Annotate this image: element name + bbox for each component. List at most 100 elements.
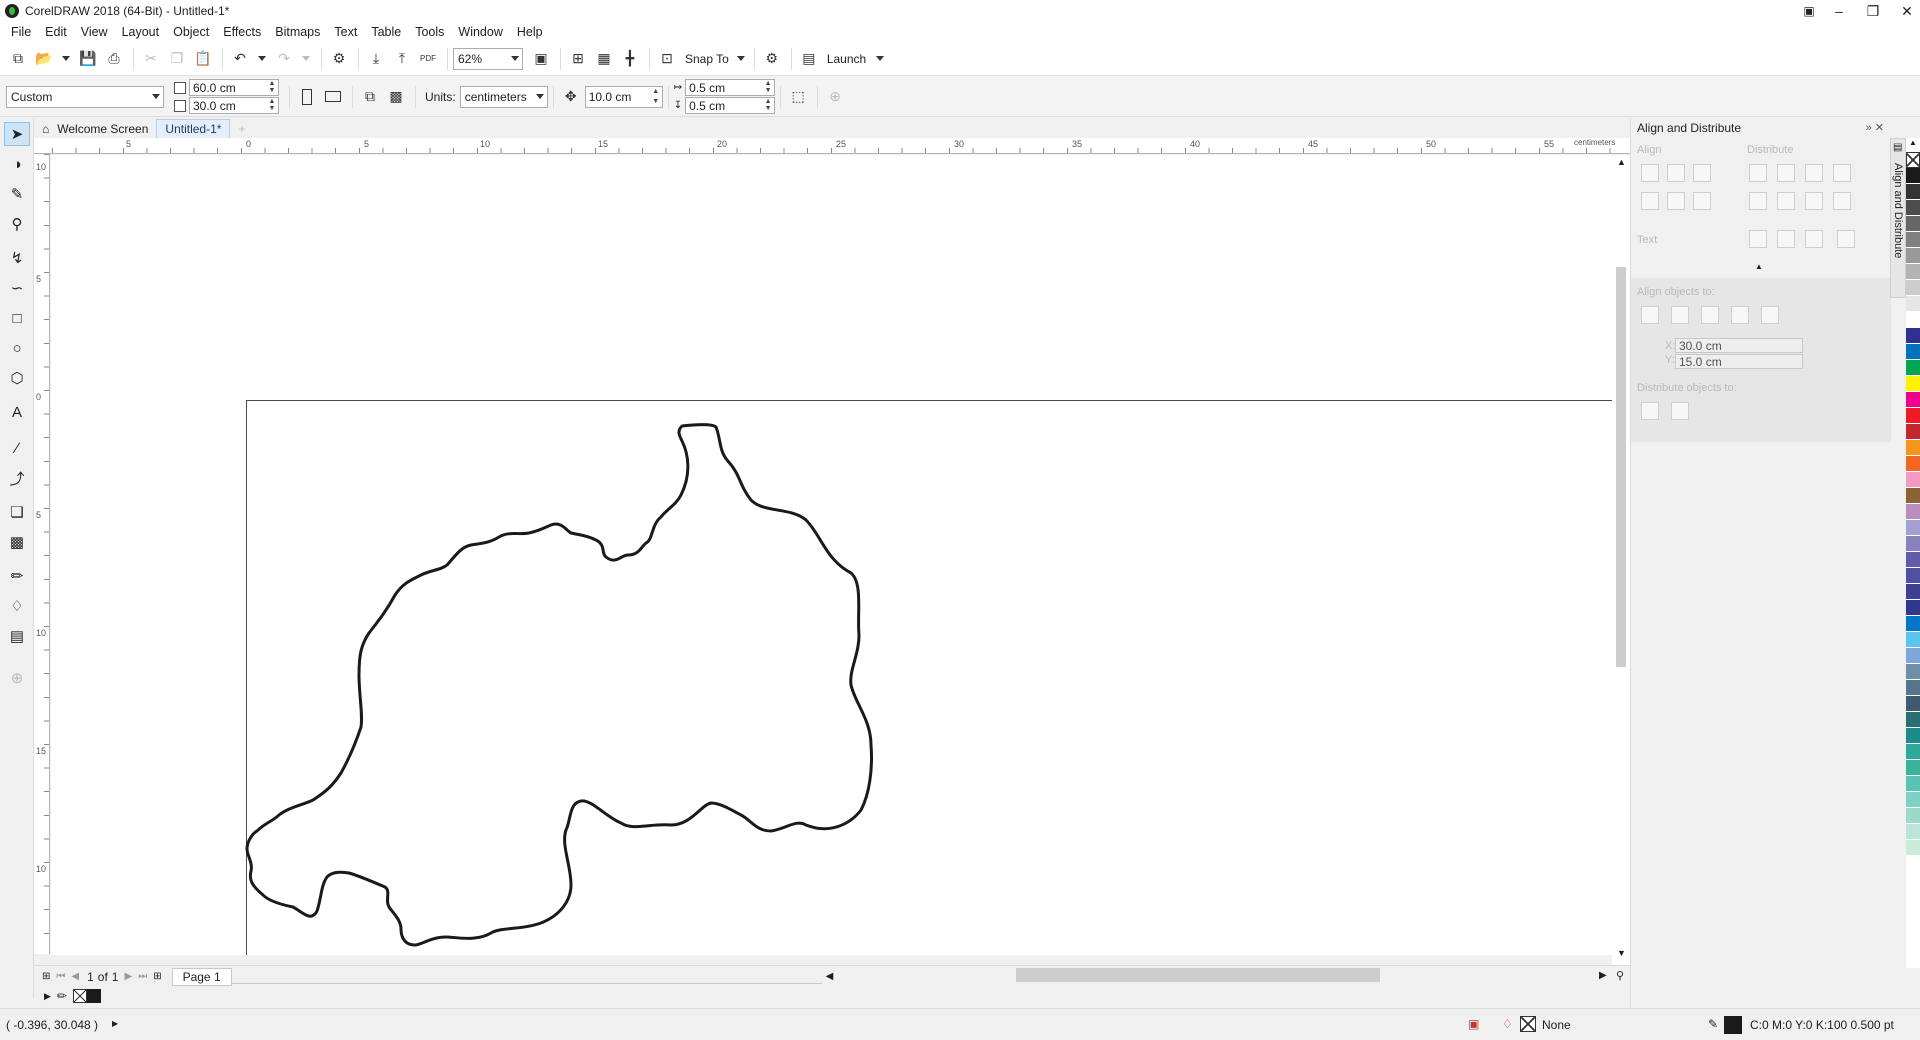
color-swatch[interactable] — [1906, 184, 1920, 200]
eyedropper-icon[interactable]: ✏ — [57, 989, 67, 1003]
color-swatch[interactable] — [1906, 632, 1920, 648]
status-expand-icon[interactable]: ▶ — [112, 1019, 118, 1028]
show-guidelines-icon[interactable]: ╋ — [618, 47, 642, 71]
page-tab[interactable]: Page 1 — [171, 967, 232, 986]
color-swatch[interactable] — [1906, 264, 1920, 280]
distribute-center-h-icon[interactable] — [1777, 164, 1795, 182]
text-outline-icon[interactable] — [1837, 230, 1855, 248]
scroll-right-icon[interactable]: ▶ — [1599, 970, 1607, 981]
scroll-up-icon[interactable]: ▲ — [1617, 157, 1626, 167]
connector-tool-icon[interactable]: ⤴ — [4, 466, 30, 490]
zoom-navigator-icon[interactable]: ⚲ — [1616, 969, 1624, 982]
color-swatch[interactable] — [1906, 328, 1920, 344]
color-swatch[interactable] — [1906, 536, 1920, 552]
align-y-input[interactable]: 15.0 cm — [1675, 354, 1803, 369]
align-top-icon[interactable] — [1641, 192, 1659, 210]
black-swatch[interactable] — [86, 989, 101, 1003]
redo-icon[interactable]: ↷ — [272, 47, 296, 71]
page-edge-icon[interactable] — [1671, 306, 1689, 324]
scroll-down-icon[interactable]: ▼ — [1617, 948, 1626, 958]
distribute-right-icon[interactable] — [1833, 164, 1851, 182]
fill-icon[interactable]: ♢ — [1502, 1017, 1513, 1031]
color-swatch[interactable] — [1906, 232, 1920, 248]
new-tab-plus-icon[interactable]: + — [230, 119, 253, 138]
collapse-section-icon[interactable]: ▲ — [1755, 262, 1763, 271]
parallel-dimension-tool-icon[interactable]: ∕ — [4, 436, 30, 460]
vertical-ruler[interactable]: 10 5 0 5 10 15 10 — [34, 154, 50, 954]
menu-layout[interactable]: Layout — [115, 25, 167, 39]
menu-table[interactable]: Table — [364, 25, 408, 39]
units-combo[interactable]: centimeters — [459, 85, 548, 108]
extent-of-page-icon[interactable] — [1671, 402, 1689, 420]
page-center-icon[interactable] — [1701, 306, 1719, 324]
page-size-preset-combo[interactable]: Custom — [6, 85, 164, 108]
save-icon[interactable]: 💾 — [76, 47, 100, 71]
color-swatch[interactable] — [1906, 744, 1920, 760]
color-swatch[interactable] — [1906, 280, 1920, 296]
color-swatch[interactable] — [1906, 392, 1920, 408]
text-tool-icon[interactable]: A — [4, 400, 30, 424]
color-swatch[interactable] — [1906, 584, 1920, 600]
align-center-v-icon[interactable] — [1667, 192, 1685, 210]
artistic-media-tool-icon[interactable]: ∽ — [4, 276, 30, 300]
color-swatch[interactable] — [1906, 728, 1920, 744]
show-rulers-icon[interactable]: ⊞ — [566, 47, 590, 71]
show-grid-icon[interactable]: ▦ — [592, 47, 616, 71]
drop-shadow-tool-icon[interactable]: ❏ — [4, 500, 30, 524]
color-swatch[interactable] — [1906, 664, 1920, 680]
add-page-before-icon[interactable]: ⊞ — [42, 971, 50, 982]
previous-page-icon[interactable]: ◀ — [71, 971, 79, 982]
search-content-icon[interactable]: ⚙ — [327, 47, 351, 71]
paste-icon[interactable]: 📋 — [191, 47, 215, 71]
distribute-spacing-v-icon[interactable] — [1805, 192, 1823, 210]
color-swatch[interactable] — [1906, 808, 1920, 824]
ellipse-tool-icon[interactable]: ○ — [4, 336, 30, 360]
color-swatch[interactable] — [1906, 488, 1920, 504]
menu-text[interactable]: Text — [327, 25, 364, 39]
text-first-line-baseline-icon[interactable] — [1749, 230, 1767, 248]
color-swatch[interactable] — [1906, 792, 1920, 808]
menu-tools[interactable]: Tools — [408, 25, 451, 39]
color-swatch[interactable] — [1906, 168, 1920, 184]
page-width-input[interactable]: 60.0 cm ▲ ▼ — [189, 79, 279, 96]
menu-edit[interactable]: Edit — [38, 25, 74, 39]
tab-untitled-1[interactable]: Untitled-1* — [156, 119, 231, 138]
undo-dropdown-icon[interactable] — [258, 56, 266, 61]
copy-icon[interactable]: ❐ — [165, 47, 189, 71]
outline-color-swatch[interactable] — [1724, 1016, 1742, 1034]
align-bottom-icon[interactable] — [1693, 192, 1711, 210]
print-icon[interactable]: ⎙ — [102, 47, 126, 71]
color-swatch[interactable] — [1906, 648, 1920, 664]
color-swatch[interactable] — [1906, 344, 1920, 360]
align-right-icon[interactable] — [1693, 164, 1711, 182]
color-swatch[interactable] — [1906, 840, 1920, 856]
freehand-tool-icon[interactable]: ↯ — [4, 246, 30, 270]
align-x-input[interactable]: 30.0 cm — [1675, 338, 1803, 353]
text-last-line-baseline-icon[interactable] — [1777, 230, 1795, 248]
minimize-button[interactable]: – — [1822, 0, 1856, 22]
color-swatch[interactable] — [1906, 296, 1920, 312]
spinner-arrows-icon[interactable]: ▲ ▼ — [266, 98, 278, 113]
color-swatch[interactable] — [1906, 472, 1920, 488]
menu-view[interactable]: View — [74, 25, 115, 39]
launch-icon[interactable]: ▤ — [797, 47, 821, 71]
menu-bitmaps[interactable]: Bitmaps — [268, 25, 327, 39]
launch-dropdown[interactable]: Launch — [823, 52, 888, 66]
color-swatch[interactable] — [1906, 216, 1920, 232]
fill-none-swatch[interactable] — [1520, 1016, 1536, 1032]
landscape-icon[interactable] — [321, 85, 345, 109]
color-swatch[interactable] — [1906, 408, 1920, 424]
menu-window[interactable]: Window — [451, 25, 509, 39]
align-center-h-icon[interactable] — [1667, 164, 1685, 182]
snap-to-dropdown[interactable]: Snap To — [681, 52, 749, 66]
nudge-distance-input[interactable]: 10.0 cm ▲ ▼ — [584, 85, 663, 108]
vertical-scroll-thumb[interactable] — [1616, 267, 1626, 667]
all-pages-icon[interactable]: ⧉ — [358, 85, 382, 109]
spinner-arrows-icon[interactable]: ▲ ▼ — [650, 87, 662, 107]
spinner-arrows-icon[interactable]: ▲ ▼ — [762, 98, 774, 113]
color-swatch[interactable] — [1906, 712, 1920, 728]
color-swatch[interactable] — [1906, 248, 1920, 264]
color-swatch[interactable] — [1906, 456, 1920, 472]
full-screen-preview-icon[interactable]: ▣ — [529, 47, 553, 71]
extent-of-selection-icon[interactable] — [1641, 402, 1659, 420]
